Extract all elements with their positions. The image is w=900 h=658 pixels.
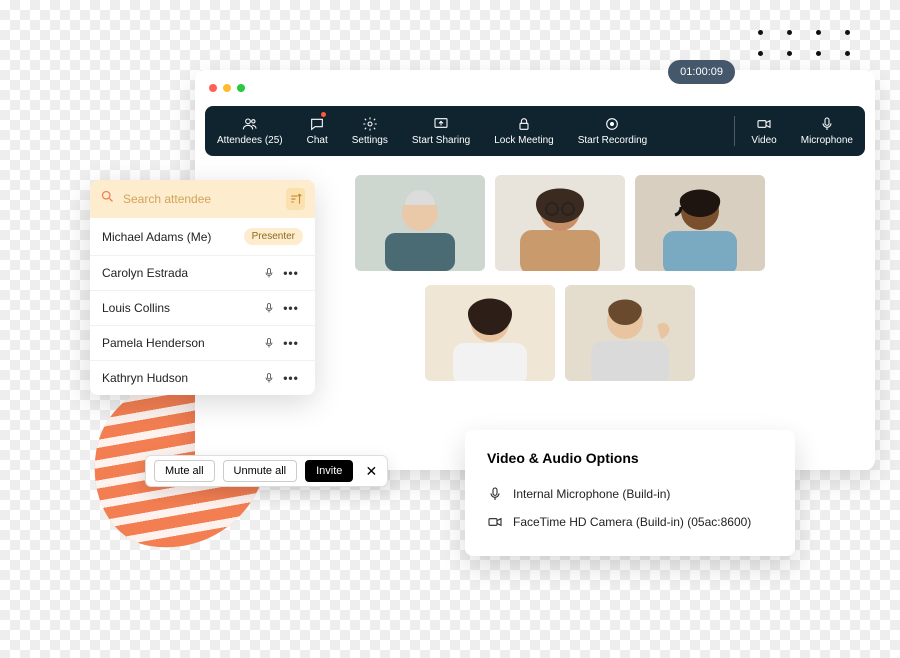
window-controls[interactable] bbox=[209, 84, 245, 92]
lock-meeting-label: Lock Meeting bbox=[494, 135, 553, 146]
attendee-more-button[interactable]: ••• bbox=[279, 266, 303, 280]
attendee-mic-button[interactable] bbox=[259, 336, 279, 350]
attendee-row: Michael Adams (Me) Presenter bbox=[90, 218, 315, 256]
attendee-more-button[interactable]: ••• bbox=[279, 371, 303, 385]
meeting-timer: 01:00:09 bbox=[668, 60, 735, 84]
invite-button[interactable]: Invite bbox=[305, 460, 353, 482]
attendee-row: Louis Collins ••• bbox=[90, 291, 315, 326]
microphone-icon bbox=[487, 486, 503, 502]
attendees-label: Attendees (25) bbox=[217, 135, 283, 146]
attendee-panel: Michael Adams (Me) Presenter Carolyn Est… bbox=[90, 180, 315, 395]
gear-icon bbox=[362, 116, 378, 132]
attendee-row: Pamela Henderson ••• bbox=[90, 326, 315, 361]
settings-label: Settings bbox=[352, 135, 388, 146]
attendee-row: Carolyn Estrada ••• bbox=[90, 256, 315, 291]
search-icon bbox=[100, 189, 115, 209]
attendee-more-button[interactable]: ••• bbox=[279, 301, 303, 315]
chat-notification-dot bbox=[321, 112, 326, 117]
attendee-mic-button[interactable] bbox=[259, 266, 279, 280]
participant-tile[interactable] bbox=[635, 175, 765, 271]
microphone-option[interactable]: Internal Microphone (Build-in) bbox=[487, 480, 773, 508]
attendee-name: Michael Adams (Me) bbox=[102, 230, 238, 244]
attendee-mic-button[interactable] bbox=[259, 301, 279, 315]
attendees-icon bbox=[242, 116, 258, 132]
camera-option[interactable]: FaceTime HD Camera (Build-in) (05ac:8600… bbox=[487, 508, 773, 536]
record-icon bbox=[604, 116, 620, 132]
video-button[interactable]: Video bbox=[739, 106, 788, 156]
chat-button[interactable]: Chat bbox=[295, 106, 340, 156]
participant-tile[interactable] bbox=[495, 175, 625, 271]
camera-option-label: FaceTime HD Camera (Build-in) (05ac:8600… bbox=[513, 515, 751, 529]
mute-all-button[interactable]: Mute all bbox=[154, 460, 215, 482]
microphone-icon bbox=[819, 116, 835, 132]
participant-tile[interactable] bbox=[425, 285, 555, 381]
attendees-button[interactable]: Attendees (25) bbox=[205, 106, 295, 156]
attendee-name: Pamela Henderson bbox=[102, 336, 259, 350]
attendee-search-row bbox=[90, 180, 315, 218]
close-icon[interactable]: ✕ bbox=[361, 463, 381, 480]
attendee-list: Michael Adams (Me) Presenter Carolyn Est… bbox=[90, 218, 315, 395]
video-icon bbox=[756, 116, 772, 132]
start-recording-label: Start Recording bbox=[578, 135, 647, 146]
chat-label: Chat bbox=[307, 135, 328, 146]
lock-icon bbox=[516, 116, 532, 132]
microphone-label: Microphone bbox=[801, 135, 853, 146]
microphone-button[interactable]: Microphone bbox=[789, 106, 865, 156]
lock-meeting-button[interactable]: Lock Meeting bbox=[482, 106, 565, 156]
camera-icon bbox=[487, 514, 503, 530]
unmute-all-button[interactable]: Unmute all bbox=[223, 460, 298, 482]
settings-button[interactable]: Settings bbox=[340, 106, 400, 156]
attendee-name: Louis Collins bbox=[102, 301, 259, 315]
video-audio-options-card: Video & Audio Options Internal Microphon… bbox=[465, 430, 795, 556]
microphone-option-label: Internal Microphone (Build-in) bbox=[513, 487, 670, 501]
start-recording-button[interactable]: Start Recording bbox=[566, 106, 659, 156]
start-sharing-label: Start Sharing bbox=[412, 135, 470, 146]
attendee-name: Kathryn Hudson bbox=[102, 371, 259, 385]
attendee-row: Kathryn Hudson ••• bbox=[90, 361, 315, 395]
options-title: Video & Audio Options bbox=[487, 450, 773, 466]
presenter-badge: Presenter bbox=[244, 228, 303, 245]
video-label: Video bbox=[751, 135, 776, 146]
attendee-name: Carolyn Estrada bbox=[102, 266, 259, 280]
participant-tile[interactable] bbox=[565, 285, 695, 381]
attendee-search-input[interactable] bbox=[123, 192, 278, 206]
attendee-mic-button[interactable] bbox=[259, 371, 279, 385]
attendee-bulk-actions: Mute all Unmute all Invite ✕ bbox=[145, 455, 388, 487]
participant-tile[interactable] bbox=[355, 175, 485, 271]
start-sharing-button[interactable]: Start Sharing bbox=[400, 106, 482, 156]
video-grid bbox=[345, 175, 855, 450]
toolbar: Attendees (25) Chat Settings Start Shari… bbox=[205, 106, 865, 156]
sort-button[interactable] bbox=[286, 188, 305, 210]
attendee-more-button[interactable]: ••• bbox=[279, 336, 303, 350]
chat-icon bbox=[309, 116, 325, 132]
share-screen-icon bbox=[433, 116, 449, 132]
